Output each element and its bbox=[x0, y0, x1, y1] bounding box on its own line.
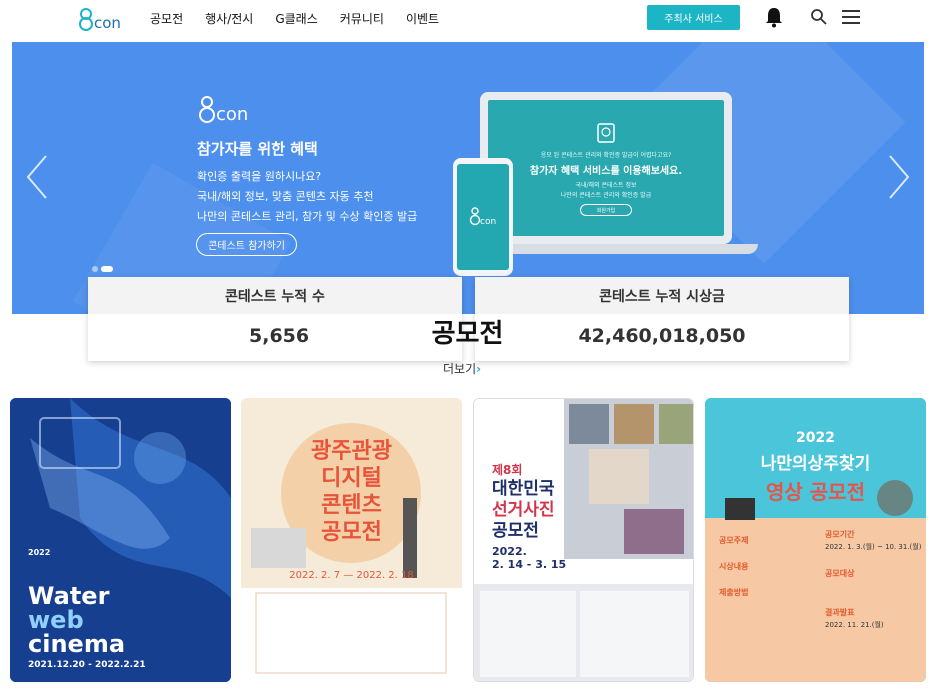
poster-year: 2022 bbox=[28, 548, 51, 557]
banner-description: 확인증 출력을 원하시나요? 국내/해외 정보, 맞춤 콘텐츠 자동 추천 나만… bbox=[197, 167, 417, 227]
poster-dates: 2022. 2. 7 — 2022. 2. 18 bbox=[289, 570, 414, 581]
svg-text:con: con bbox=[216, 104, 248, 125]
banner-line: 나만의 콘테스트 관리, 참가 및 수상 확인증 발급 bbox=[197, 210, 418, 223]
carousel-dot-active[interactable] bbox=[101, 265, 113, 272]
poster-title-line: 공모전 bbox=[492, 521, 539, 541]
poster-title-line: 콘텐츠 bbox=[321, 493, 382, 518]
poster-date: 2022. 11. 21.(월) bbox=[825, 621, 884, 629]
poster-date-line: 2022. bbox=[492, 545, 527, 558]
poster-field: 제출방법 bbox=[719, 588, 749, 597]
contest-poster-election-photo[interactable]: 제8회 대한민국 선거사진 공모전 2022. 2. 14 - 3. 15 bbox=[473, 398, 694, 682]
more-label: 더보기 bbox=[443, 362, 477, 376]
phone-illustration: con bbox=[453, 158, 513, 276]
econ-logo[interactable]: con bbox=[78, 5, 128, 33]
poster-title-line: 선거사진 bbox=[492, 500, 555, 520]
banner-line: 국내/해외 정보, 맞춤 콘텐츠 자동 추천 bbox=[197, 190, 374, 203]
laptop-screen: 응모 된 콘테스트 관리와 확인증 발급이 어렵다고요? 참가자 혜택 서비스를… bbox=[488, 100, 724, 236]
poster-round: 제8회 bbox=[492, 463, 523, 477]
banner-econ-logo: con bbox=[199, 96, 248, 125]
laptop-illustration: 응모 된 콘테스트 관리와 확인증 발급이 어렵다고요? 참가자 혜택 서비스를… bbox=[480, 92, 732, 244]
svg-text:con: con bbox=[94, 14, 121, 32]
phone-econ-logo: con bbox=[469, 207, 496, 227]
section-title: 공모전 bbox=[431, 319, 504, 349]
poster-field: 시상내용 bbox=[719, 562, 749, 571]
search-icon[interactable] bbox=[810, 8, 828, 26]
contest-poster-sangju[interactable]: 2022 나만의상주찾기 영상 공모전 공모주제 시상내용 제출방법 공모기간 … bbox=[705, 398, 926, 682]
poster-title-line: 광주관광 bbox=[311, 439, 392, 464]
poster-title-line: cinema bbox=[28, 630, 126, 658]
poster-dates: 2021.12.20 - 2022.2.21 bbox=[28, 660, 146, 670]
poster-field: 결과발표 bbox=[825, 608, 855, 617]
nav-community[interactable]: 커뮤니티 bbox=[340, 10, 384, 27]
poster-title-line: 디지털 bbox=[321, 466, 382, 491]
poster-title-line: Water bbox=[28, 582, 110, 610]
certificate-icon bbox=[597, 123, 615, 143]
poster-title-line: 영상 공모전 bbox=[766, 480, 865, 504]
next-arrow-icon[interactable] bbox=[884, 152, 914, 202]
menu-icon[interactable] bbox=[842, 9, 860, 25]
stat-label: 콘테스트 누적 시상금 bbox=[475, 277, 849, 314]
poster-title-line: 대한민국 bbox=[492, 479, 555, 499]
poster-title-line: 공모전 bbox=[321, 520, 382, 545]
banner-title: 참가자를 위한 혜택 bbox=[197, 140, 318, 158]
poster-dates: 2022. 2. 14 - 3. 15 bbox=[492, 545, 566, 571]
host-service-button[interactable]: 주최사 서비스 bbox=[647, 5, 740, 30]
poster-title: 대한민국 선거사진 공모전 bbox=[492, 479, 555, 542]
banner-line: 확인증 출력을 원하시나요? bbox=[197, 170, 322, 183]
nav-events[interactable]: 행사/전시 bbox=[205, 10, 253, 27]
poster-title: 광주관광 디지털 콘텐츠 공모전 bbox=[241, 438, 462, 546]
poster-fields-left: 공모주제 시상내용 제출방법 bbox=[719, 528, 748, 606]
chevron-right-icon: › bbox=[476, 362, 482, 376]
bell-icon[interactable] bbox=[763, 6, 785, 28]
poster-title-line: 나만의상주찾기 bbox=[760, 454, 871, 474]
screen-title: 참가자 혜택 서비스를 이용해보세요. bbox=[529, 166, 683, 177]
stat-label: 콘테스트 누적 수 bbox=[88, 277, 462, 314]
phone-screen: con bbox=[457, 164, 509, 270]
prev-arrow-icon[interactable] bbox=[22, 152, 52, 202]
screen-line: 국내/해외 콘테스트 정보 bbox=[575, 182, 637, 189]
contest-poster-water-web-cinema[interactable]: 2022 Water web cinema 2021.12.20 - 2022.… bbox=[10, 398, 231, 682]
poster-field: 공모주제 bbox=[719, 536, 749, 545]
more-link[interactable]: 더보기› bbox=[443, 360, 481, 377]
poster-field: 공모기간 bbox=[825, 530, 855, 539]
nav-contest[interactable]: 공모전 bbox=[150, 10, 183, 27]
carousel-dots bbox=[92, 258, 116, 277]
contest-poster-gwangju[interactable]: 광주관광 디지털 콘텐츠 공모전 2022. 2. 7 — 2022. 2. 1… bbox=[241, 398, 462, 682]
hero-banner: con 참가자를 위한 혜택 확인증 출력을 원하시나요? 국내/해외 정보, … bbox=[12, 42, 924, 314]
poster-fields-right: 공모기간 2022. 1. 3.(월) ~ 10. 31.(월) 공모대상 결과… bbox=[825, 528, 921, 632]
nav-event[interactable]: 이벤트 bbox=[406, 10, 439, 27]
main-nav: 공모전 행사/전시 G클래스 커뮤니티 이벤트 bbox=[150, 0, 461, 36]
screen-line: 나만의 콘테스트 관리와 확인증 발급 bbox=[560, 192, 652, 199]
poster-date: 2022. 1. 3.(월) ~ 10. 31.(월) bbox=[825, 543, 922, 551]
contest-join-button[interactable]: 콘테스트 참가하기 bbox=[196, 233, 297, 256]
poster-field: 공모대상 bbox=[825, 569, 855, 578]
screen-signup-button: 회원가입 bbox=[580, 204, 632, 216]
screen-subtitle: 응모 된 콘테스트 관리와 확인증 발급이 어렵다고요? bbox=[540, 152, 672, 159]
poster-title-line: web bbox=[28, 606, 84, 634]
poster-year: 2022 bbox=[796, 430, 835, 446]
carousel-dot[interactable] bbox=[92, 265, 98, 272]
poster-title: Water web cinema bbox=[28, 584, 125, 656]
svg-text:con: con bbox=[480, 217, 496, 227]
top-header: con 공모전 행사/전시 G클래스 커뮤니티 이벤트 주최사 서비스 bbox=[0, 0, 935, 40]
poster-date-line: 2. 14 - 3. 15 bbox=[492, 558, 567, 571]
nav-gclass[interactable]: G클래스 bbox=[275, 10, 317, 27]
poster-title: 나만의상주찾기 영상 공모전 bbox=[705, 450, 926, 506]
